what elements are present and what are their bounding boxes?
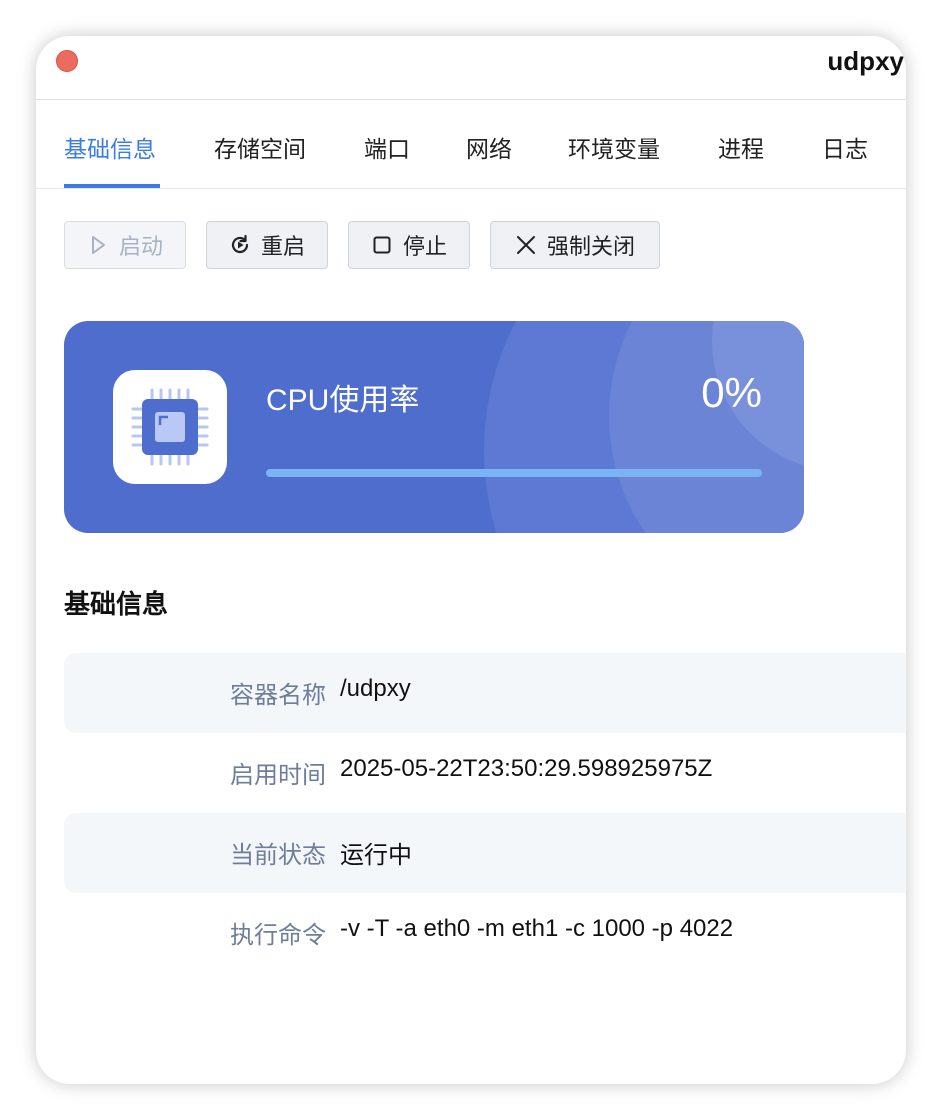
start-button[interactable]: 启动 [64,221,186,269]
cpu-usage-value: 0% [701,369,762,416]
tab-bar: 基础信息 存储空间 端口 网络 环境变量 进程 日志 [36,100,906,189]
restart-button-label: 重启 [260,234,305,259]
force-close-button[interactable]: 强制关闭 [490,221,660,269]
info-key: 执行命令 [230,922,326,949]
cpu-usage-progress-bar [266,469,762,477]
tab-basic-info[interactable]: 基础信息 [64,130,156,164]
info-row-command: 执行命令 -v -T -a eth0 -m eth1 -c 1000 -p 40… [64,893,906,973]
title-bar: udpxy [36,36,906,100]
window-close-button[interactable] [56,50,78,72]
info-value: -v -T -a eth0 -m eth1 -c 1000 -p 4022 [340,915,734,942]
info-value: 运行中 [340,842,412,869]
stop-button[interactable]: 停止 [348,221,470,269]
info-key: 容器名称 [230,682,326,709]
cpu-icon-box [113,370,227,484]
tab-env-vars[interactable]: 环境变量 [568,130,660,164]
tab-ports[interactable]: 端口 [364,130,410,164]
tab-network[interactable]: 网络 [466,130,512,164]
close-icon [516,236,535,254]
info-value: 2025-05-22T23:50:29.598925975Z [340,755,713,782]
restart-button[interactable]: 重启 [206,221,328,269]
stop-button-label: 停止 [402,234,447,259]
active-tab-indicator [64,184,160,188]
force-close-button-label: 强制关闭 [546,234,635,259]
info-key: 启用时间 [230,762,326,789]
restart-icon [231,234,249,254]
info-row-container-name: 容器名称 /udpxy [64,653,906,733]
tab-processes[interactable]: 进程 [718,130,764,164]
container-detail-window: udpxy 基础信息 存储空间 端口 网络 环境变量 进程 日志 启动 重启 停… [36,36,906,1084]
tab-storage[interactable]: 存储空间 [214,130,306,164]
info-value: /udpxy [340,675,411,702]
info-row-status: 当前状态 运行中 [64,813,906,893]
cpu-usage-label: CPU使用率 [266,384,420,417]
info-row-start-time: 启用时间 2025-05-22T23:50:29.598925975Z [64,733,906,813]
play-icon [91,236,105,254]
stop-icon [373,236,391,254]
cpu-usage-card: CPU使用率 0% [64,321,804,533]
start-button-label: 启动 [118,234,163,259]
cpu-chip-icon [131,388,209,466]
window-title: udpxy [827,46,904,76]
basic-info-section-title: 基础信息 [64,589,169,619]
tab-logs[interactable]: 日志 [822,130,868,164]
info-key: 当前状态 [230,842,326,869]
